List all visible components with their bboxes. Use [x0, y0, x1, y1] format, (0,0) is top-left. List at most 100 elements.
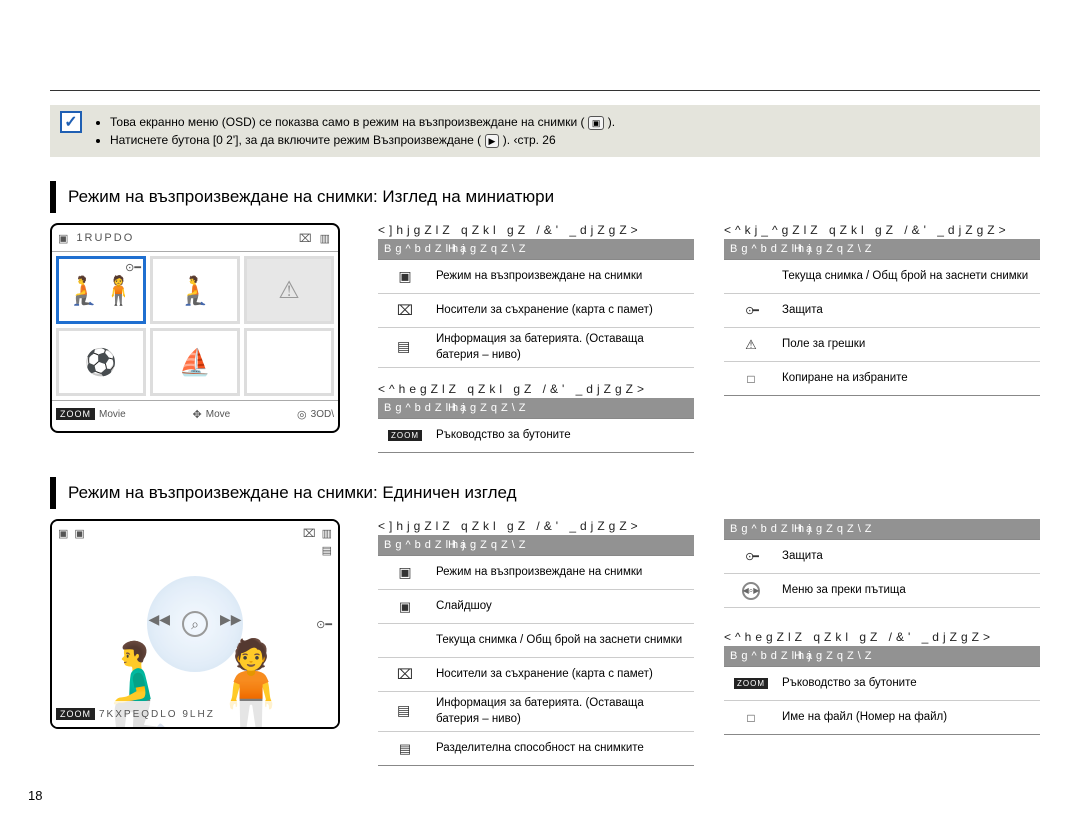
legend-head: Bg^bdZlhj HagZqZ\Z [724, 646, 1040, 666]
thumbnail-4[interactable]: ⚽ [56, 328, 146, 396]
battery-icon [384, 339, 426, 356]
slideshow-icon: ▣ [74, 527, 84, 540]
thumbnail-3[interactable]: ⚠ [244, 256, 334, 324]
legend-text: Слайдшоу [436, 599, 688, 615]
prev-icon[interactable]: ◀◀ [148, 611, 170, 637]
note-banner: ✓ Това екранно меню (OSD) се показва сам… [50, 105, 1040, 157]
legend-head: Bg^bdZlhj HagZqZ\Z [378, 398, 694, 418]
legend-text: Текуща снимка / Общ брой на заснети сним… [782, 269, 1034, 285]
silhouette-icon: ⚽ [85, 347, 117, 378]
hdr-icon: Bg^bdZlhj [730, 243, 794, 255]
legend-row: Копиране на избраните [724, 362, 1040, 396]
legend-head: Bg^bdZlhj HagZqZ\Z [724, 519, 1040, 539]
thumbnail-1[interactable]: 🧎🧍 ⊙━ [56, 256, 146, 324]
sub-b-title: <^hegZlZ qZkl gZ /&' _djZgZ> [378, 382, 694, 396]
osd-topbar: ▣ 1RUPDO ⌧ ▥ [52, 225, 338, 251]
disc-icon: ◀⌕▶ [730, 582, 772, 600]
section1-block-b: <^kj_^gZlZ qZkl gZ /&' _djZgZ> Bg^bdZlhj… [724, 223, 1040, 453]
legend-text: Ръководство за бутоните [782, 676, 1034, 692]
legend-row: Режим на възпроизвеждане на снимки [378, 260, 694, 294]
section1-columns: ▣ 1RUPDO ⌧ ▥ 🧎🧍 ⊙━ 🧎 [50, 223, 1040, 453]
legend-text: Име на файл (Номер на файл) [782, 710, 1034, 726]
photo-icon: ▣ [58, 232, 70, 245]
legend-row: ZOOM Ръководство за бутоните [724, 667, 1040, 701]
hdr-meaning: HagZqZ\Z [448, 243, 688, 255]
sub-c-title: <^kj_^gZlZ qZkl gZ /&' _djZgZ> [724, 223, 1040, 237]
note-1b: ). [608, 115, 615, 129]
card-icon [384, 666, 426, 683]
bottom-text: 7KXPEQDLO 9LHZ [99, 709, 215, 720]
photo-icon [384, 268, 426, 285]
disc-center-icon[interactable]: ⌕ [182, 611, 208, 637]
legend-row: Разделителна способност на снимките [378, 732, 694, 766]
move-icon: ✥ [193, 408, 202, 421]
osd-title: 1RUPDO [76, 232, 134, 244]
legend-text: Разделителна способност на снимките [436, 741, 688, 757]
legend-row: Защита [724, 294, 1040, 328]
hdr-icon: Bg^bdZlhj [730, 523, 794, 535]
legend-row: Режим на възпроизвеждане на снимки [378, 556, 694, 590]
section1-block-a: <]hjgZlZ qZkl gZ /&' _djZgZ> Bg^bdZlhj H… [378, 223, 694, 453]
photo-icon: ▣ [58, 527, 68, 540]
note-line-2: Натиснете бутона [0 2'], за да включите … [110, 131, 615, 149]
hdr-icon: Bg^bdZlhj [384, 539, 448, 551]
zoom-badge: ZOOM [56, 408, 95, 420]
section2-right: <]hjgZlZ qZkl gZ /&' _djZgZ> Bg^bdZlhj H… [378, 519, 1040, 766]
legend-row: Носители за съхранение (карта с памет) [378, 658, 694, 692]
legend-text: Информация за батерията. (Оставаща батер… [436, 696, 688, 727]
battery-icon: ▥ [320, 232, 332, 245]
copy-icon [730, 372, 772, 386]
legend-row: Носители за съхранение (карта с памет) [378, 294, 694, 328]
section2-heading: Режим на възпроизвеждане на снимки: Един… [50, 477, 1040, 509]
zoom-badge: ZOOM [56, 708, 95, 720]
legend-head: Bg^bdZlhj HagZqZ\Z [378, 535, 694, 555]
bottom-movie: Movie [99, 409, 126, 420]
legend-text: Ръководство за бутоните [436, 428, 688, 444]
legend-row: Име на файл (Номер на файл) [724, 701, 1040, 735]
hdr-icon: Bg^bdZlhj [384, 402, 448, 414]
legend-text: Меню за преки пътища [782, 583, 1034, 599]
thumbnail-2[interactable]: 🧎 [150, 256, 240, 324]
osd-body: 🧎🧍 ⊙━ 🧎 ⚠ ⚽ ⛵ [52, 251, 338, 401]
legend-text: Копиране на избраните [782, 371, 1034, 387]
rule-top [50, 90, 1040, 91]
thumbnail-grid: 🧎🧍 ⊙━ 🧎 ⚠ ⚽ ⛵ [52, 252, 338, 400]
osd-thumbnail-screen: ▣ 1RUPDO ⌧ ▥ 🧎🧍 ⊙━ 🧎 [50, 223, 340, 433]
legend-row: Информация за батерията. (Оставаща батер… [378, 692, 694, 732]
hdr-icon: Bg^bdZlhj [384, 243, 448, 255]
thumbnail-6[interactable] [244, 328, 334, 396]
play-icon: ◎ [297, 408, 307, 421]
note-list: Това екранно меню (OSD) се показва само … [94, 113, 615, 149]
next-icon[interactable]: ▶▶ [220, 611, 242, 637]
sub-e-title: <^hegZlZ qZkl gZ /&' _djZgZ> [724, 630, 1040, 644]
thumbnail-5[interactable]: ⛵ [150, 328, 240, 396]
hdr-meaning: HagZqZ\Z [448, 402, 688, 414]
note-line-1: Това екранно меню (OSD) се показва само … [110, 113, 615, 131]
legend-text: Защита [782, 549, 1034, 565]
shortcut-disc[interactable]: ◀◀ ⌕ ▶▶ [147, 576, 243, 672]
lock-icon: ⊙━ [316, 619, 332, 631]
legend-text: Режим на възпроизвеждане на снимки [436, 565, 688, 581]
file-icon [730, 711, 772, 725]
hdr-meaning: HagZqZ\Z [448, 539, 688, 551]
legend-head: Bg^bdZlhj HagZqZ\Z [724, 239, 1040, 259]
legend-text: Защита [782, 303, 1034, 319]
legend-text: Носители за съхранение (карта с памет) [436, 667, 688, 683]
warning-icon: ⚠ [278, 276, 300, 305]
sub-a-title: <]hjgZlZ qZkl gZ /&' _djZgZ> [378, 223, 694, 237]
section1-heading: Режим на възпроизвеждане на снимки: Изгл… [50, 181, 1040, 213]
section2-block-a: <]hjgZlZ qZkl gZ /&' _djZgZ> Bg^bdZlhj H… [378, 519, 694, 766]
playback-mode-icon: ▶ [485, 134, 500, 148]
silhouette-icon: ⛵ [179, 347, 211, 378]
legend-row: Слайдшоу [378, 590, 694, 624]
section1-right: <]hjgZlZ qZkl gZ /&' _djZgZ> Bg^bdZlhj H… [378, 223, 1040, 453]
legend-row: ZOOM Ръководство за бутоните [378, 419, 694, 453]
legend-row: Поле за грешки [724, 328, 1040, 362]
osd-bottombar: ZOOM Movie ✥ Move ◎ 3OD\ [52, 401, 338, 427]
legend-head: Bg^bdZlhj HagZqZ\Z [378, 239, 694, 259]
photo-icon [384, 564, 426, 581]
osd-bottombar: ZOOM 7KXPEQDLO 9LHZ [52, 701, 338, 727]
legend-text: Поле за грешки [782, 337, 1034, 353]
lock-icon [730, 550, 772, 563]
zoom-icon: ZOOM [384, 430, 426, 441]
